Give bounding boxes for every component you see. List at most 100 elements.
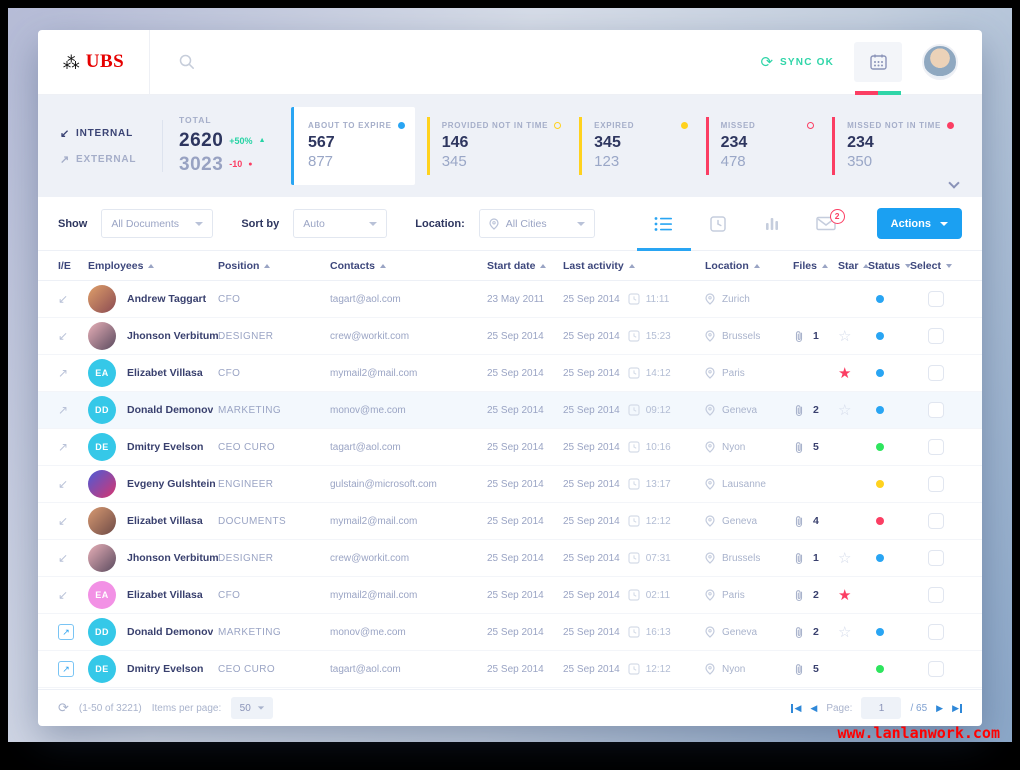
stat-card[interactable]: MISSED 234 478	[705, 116, 820, 176]
activity-date: 25 Sep 2014	[563, 663, 620, 675]
prev-page-button[interactable]: ◀	[810, 703, 817, 714]
pin-icon	[705, 626, 715, 638]
location-name: Paris	[722, 589, 745, 601]
search-icon[interactable]	[178, 53, 196, 71]
row-checkbox[interactable]	[928, 587, 944, 603]
ubs-logo[interactable]: ⁂ UBS	[38, 30, 150, 94]
activity-date: 25 Sep 2014	[563, 441, 620, 453]
row-checkbox[interactable]	[928, 402, 944, 418]
column-header[interactable]: I/E	[58, 260, 88, 272]
table-row[interactable]: ↙ Evgeny Gulshtein ENGINEER gulstain@mic…	[38, 466, 982, 503]
column-header[interactable]: Employees	[88, 260, 218, 272]
table-body: ↙ Andrew Taggart CFO tagart@aol.com 23 M…	[38, 281, 982, 689]
status-dot	[876, 369, 884, 377]
star-icon[interactable]: ☆	[838, 403, 851, 418]
status-dot	[876, 517, 884, 525]
show-select[interactable]: All Documents	[101, 209, 214, 238]
table-row[interactable]: ↗ EA Elizabet Villasa CFO mymail2@mail.c…	[38, 355, 982, 392]
table-row[interactable]: ↗ DE Dmitry Evelson CEO CURO tagart@aol.…	[38, 429, 982, 466]
clock-icon	[628, 515, 640, 527]
column-header[interactable]: Select	[910, 260, 962, 272]
paperclip-icon	[793, 552, 805, 565]
refresh-icon[interactable]: ⟳	[58, 700, 69, 716]
star-icon[interactable]: ★	[838, 588, 851, 603]
column-header[interactable]: Last activity	[563, 260, 705, 272]
column-header[interactable]: Location	[705, 260, 793, 272]
employee-name: Jhonson Verbitum	[127, 552, 218, 564]
stat-card[interactable]: ABOUT TO EXPIRE 567 877	[291, 106, 415, 186]
column-header[interactable]: Contacts	[330, 260, 487, 272]
pin-icon	[705, 404, 715, 416]
stat-card-value: 567	[308, 133, 335, 151]
items-per-page-select[interactable]: 50	[231, 697, 274, 719]
table-row[interactable]: ↗ DD Donald Demonov MARKETING monov@me.c…	[38, 392, 982, 429]
page-input[interactable]	[861, 697, 902, 719]
sync-status[interactable]: ⟳ SYNC OK	[760, 55, 834, 70]
direction-icon: ↗	[58, 403, 69, 417]
column-header-label: Last activity	[563, 259, 624, 272]
column-header[interactable]: Position	[218, 260, 330, 272]
last-page-icon: ▶	[952, 702, 959, 713]
tab-timeline-view[interactable]	[691, 197, 745, 251]
star-icon[interactable]: ☆	[838, 625, 851, 640]
sort-select[interactable]: Auto	[293, 209, 388, 238]
activity-date: 25 Sep 2014	[563, 552, 620, 564]
stat-card[interactable]: PROVIDED NOT IN TIME 146 345	[426, 116, 567, 176]
row-checkbox[interactable]	[928, 661, 944, 677]
star-icon[interactable]: ☆	[838, 551, 851, 566]
start-date: 25 Sep 2014	[487, 515, 544, 527]
divider	[162, 120, 163, 172]
row-checkbox[interactable]	[928, 513, 944, 529]
table-row[interactable]: ↙ Jhonson Verbitum DESIGNER crew@workit.…	[38, 318, 982, 355]
stat-card-label: MISSED NOT IN TIME	[847, 120, 941, 130]
tab-list-view[interactable]	[636, 197, 691, 251]
table-row[interactable]: ↙ Elizabet Villasa DOCUMENTS mymail2@mai…	[38, 503, 982, 540]
actions-button[interactable]: Actions	[876, 208, 962, 239]
internal-toggle[interactable]: ↙ INTERNAL	[60, 127, 146, 140]
row-checkbox[interactable]	[928, 476, 944, 492]
user-avatar[interactable]	[922, 44, 958, 80]
stat-card-value: 234	[847, 133, 874, 151]
external-toggle[interactable]: ↗ EXTERNAL	[60, 153, 146, 166]
column-header-label: I/E	[58, 259, 71, 272]
sort-select-value: Auto	[303, 217, 325, 230]
activity-date: 25 Sep 2014	[563, 478, 620, 490]
row-checkbox[interactable]	[928, 439, 944, 455]
column-header-label: Files	[793, 259, 817, 272]
list-icon	[654, 216, 673, 231]
calendar-indicator-bar	[855, 90, 901, 95]
last-page-button[interactable]: ▶	[952, 703, 962, 714]
row-checkbox[interactable]	[928, 550, 944, 566]
location-select[interactable]: All Cities	[478, 209, 595, 238]
tab-chart-view[interactable]	[745, 197, 799, 251]
column-header[interactable]: Files	[793, 260, 838, 272]
row-checkbox[interactable]	[928, 291, 944, 307]
star-icon[interactable]: ★	[838, 366, 851, 381]
position-text: CFO	[218, 293, 241, 305]
first-page-button[interactable]: ◀	[791, 703, 801, 714]
stat-card[interactable]: EXPIRED 345 123	[579, 116, 693, 176]
activity-date: 25 Sep 2014	[563, 293, 620, 305]
next-page-button[interactable]: ▶	[936, 703, 943, 714]
activity-date: 25 Sep 2014	[563, 589, 620, 601]
column-header[interactable]: Status	[868, 260, 912, 272]
row-checkbox[interactable]	[928, 624, 944, 640]
calendar-button[interactable]	[854, 42, 902, 82]
star-icon[interactable]: ☆	[838, 329, 851, 344]
activity-date: 25 Sep 2014	[563, 626, 620, 638]
table-row[interactable]: ↗ DD Donald Demonov MARKETING monov@me.c…	[38, 614, 982, 651]
column-header[interactable]: Start date	[487, 260, 563, 272]
row-checkbox[interactable]	[928, 328, 944, 344]
pin-icon	[705, 515, 715, 527]
location-name: Nyon	[722, 441, 746, 453]
table-row[interactable]: ↙ EA Elizabet Villasa CFO mymail2@mail.c…	[38, 577, 982, 614]
pin-icon	[705, 663, 715, 675]
tab-mail-view[interactable]: 2	[799, 197, 853, 251]
stat-card[interactable]: MISSED NOT IN TIME 234 350	[832, 116, 960, 176]
column-header[interactable]: Star	[838, 260, 870, 272]
table-row[interactable]: ↗ DE Dmitry Evelson CEO CURO tagart@aol.…	[38, 651, 982, 688]
table-row[interactable]: ↙ Jhonson Verbitum DESIGNER crew@workit.…	[38, 540, 982, 577]
row-checkbox[interactable]	[928, 365, 944, 381]
items-per-page-value: 50	[239, 702, 251, 714]
table-row[interactable]: ↙ Andrew Taggart CFO tagart@aol.com 23 M…	[38, 281, 982, 318]
